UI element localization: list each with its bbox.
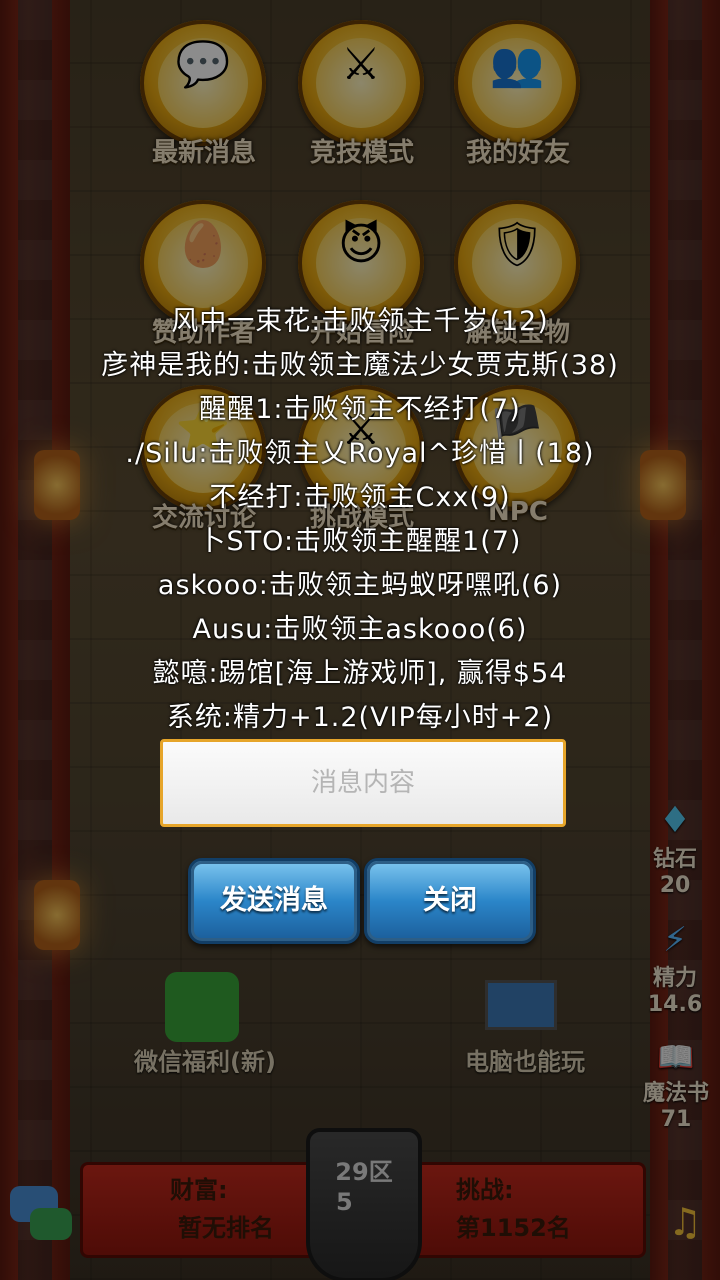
chat-overlay: 风中一束花:击败领主千岁(12) 彦神是我的:击败领主魔法少女贾克斯(38) 醒… xyxy=(0,0,720,1280)
chat-line: 不经打:击败领主Cxx(9) xyxy=(209,482,511,513)
message-input[interactable] xyxy=(160,739,566,827)
chat-line: Ausu:击败领主askooo(6) xyxy=(192,614,528,645)
chat-line: askooo:击败领主蚂蚁呀嘿吼(6) xyxy=(157,570,563,601)
chat-line: 彦神是我的:击败领主魔法少女贾克斯(38) xyxy=(101,350,619,381)
chat-line: 卜STO:击败领主醒醒1(7) xyxy=(198,526,522,557)
game-screen: 💬 最新消息 ⚔ 竞技模式 👥 我的好友 🥚 赞助作者 😈 开始冒险 🛡 解锁宝… xyxy=(0,0,720,1280)
chat-line: 系统:精力+1.2(VIP每小时+2) xyxy=(166,702,554,733)
chat-log: 风中一束花:击败领主千岁(12) 彦神是我的:击败领主魔法少女贾克斯(38) 醒… xyxy=(0,300,720,740)
chat-line: 醒醒1:击败领主不经打(7) xyxy=(199,394,521,425)
send-message-button[interactable]: 发送消息 xyxy=(188,858,360,944)
close-button[interactable]: 关闭 xyxy=(364,858,536,944)
chat-line: 风中一束花:击败领主千岁(12) xyxy=(171,306,549,337)
chat-line: 懿噫:踢馆[海上游戏师], 赢得$54 xyxy=(152,658,568,689)
chat-line: ./Silu:击败领主乂Royal^珍惜丨(18) xyxy=(125,438,595,469)
